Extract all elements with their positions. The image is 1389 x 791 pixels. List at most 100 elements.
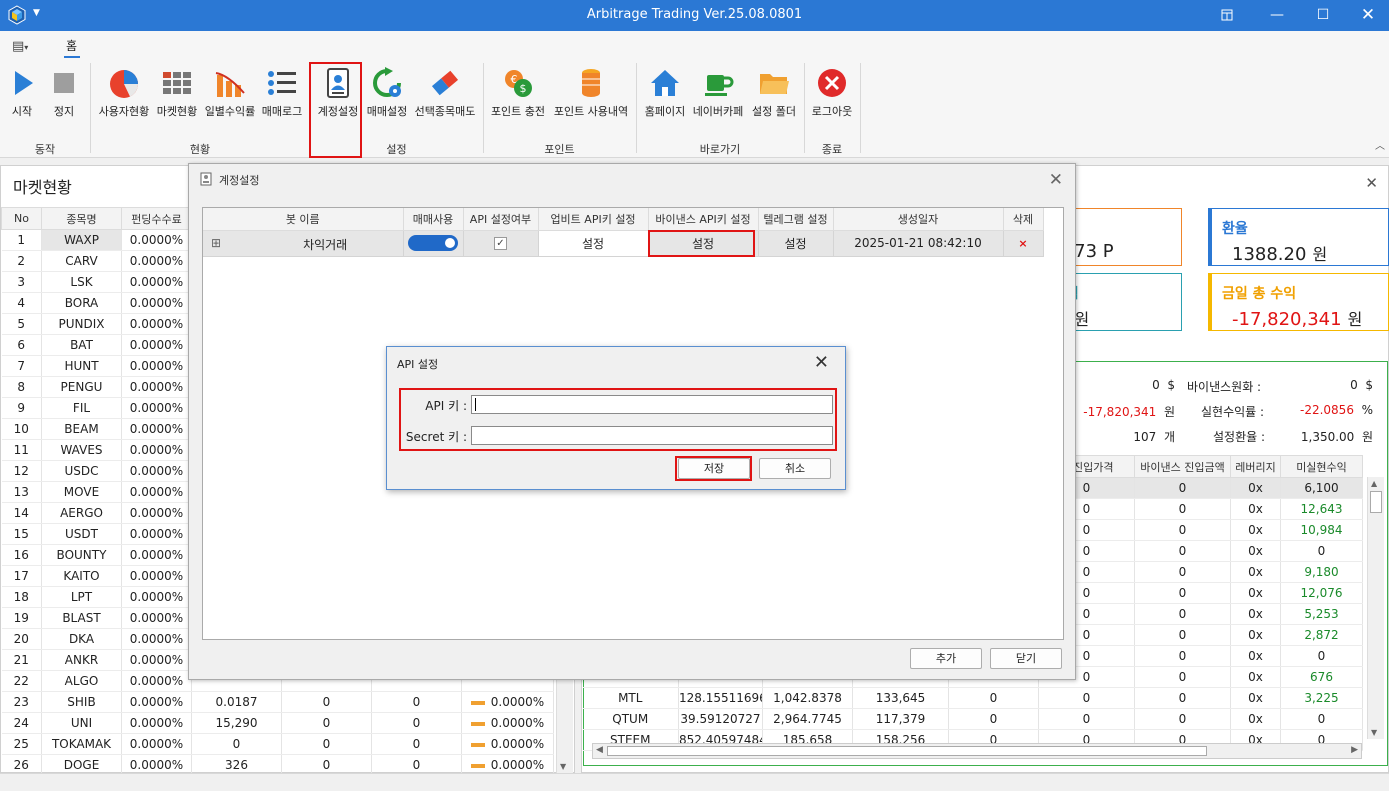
minimize-icon[interactable]: — xyxy=(1262,4,1292,26)
column-header[interactable]: 봇 이름 xyxy=(203,208,404,231)
table-cell: SHIB xyxy=(41,691,122,713)
table-cell: 0.0000% xyxy=(121,418,192,440)
dialog-close-icon[interactable]: ✕ xyxy=(1049,170,1063,190)
market-status-button[interactable]: 마켓현황 xyxy=(154,65,200,121)
logout-label: 로그아웃 xyxy=(811,105,853,118)
telegram-settings-button[interactable]: 설정 xyxy=(758,230,834,257)
secret-key-label: Secret 키 : xyxy=(405,430,467,444)
point-charge-button[interactable]: € $ 포인트 충전 xyxy=(488,65,548,121)
scroll-thumb[interactable] xyxy=(1370,491,1382,513)
table-cell: 24 xyxy=(1,712,42,734)
delete-icon[interactable]: × xyxy=(1018,237,1027,250)
stop-button[interactable]: 정지 xyxy=(44,65,84,121)
table-cell: 20 xyxy=(1,628,42,650)
collapse-ribbon-icon[interactable]: ︿ xyxy=(1375,137,1385,152)
column-header[interactable]: 미실현수익 xyxy=(1280,455,1363,478)
text-caret xyxy=(475,398,476,411)
scroll-up-icon[interactable]: ▲ xyxy=(1371,479,1377,488)
point-history-button[interactable]: 포인트 사용내역 xyxy=(552,65,630,121)
bot-name: 차익거래 xyxy=(303,238,348,252)
vertical-scrollbar[interactable]: ▲ ▼ xyxy=(1367,477,1384,739)
scroll-thumb[interactable] xyxy=(607,746,1207,756)
expand-icon[interactable]: ⊞ xyxy=(211,236,221,250)
card-profit: 수익 8원 xyxy=(1053,273,1182,331)
binance-api-settings-button[interactable]: 설정 xyxy=(648,230,759,257)
funding-bar xyxy=(470,742,485,747)
select-sell-button[interactable]: 선택종목매도 xyxy=(412,65,478,121)
column-header[interactable]: 펀딩수수료 xyxy=(121,207,192,230)
column-header[interactable]: 바이낸스 API키 설정 xyxy=(648,208,759,231)
api-configured-cell[interactable]: ✓ xyxy=(463,230,539,257)
bot-name-cell[interactable]: ⊞ 차익거래 xyxy=(203,230,404,257)
card-today-profit: 금일 총 수익 -17,820,341 원 xyxy=(1208,273,1389,331)
save-button[interactable]: 저장 xyxy=(678,458,750,479)
table-cell: 0.0000% xyxy=(121,712,192,734)
table-cell: 0 xyxy=(1038,708,1135,730)
scroll-right-icon[interactable]: ▶ xyxy=(1351,745,1358,755)
table-row[interactable]: 24 UNI 0.0000% 15,290 0 0 0.0000% xyxy=(1,712,554,734)
column-header[interactable]: 종목명 xyxy=(41,207,122,230)
scroll-down-icon[interactable]: ▼ xyxy=(560,762,566,771)
trade-toggle[interactable] xyxy=(408,235,458,251)
add-button[interactable]: 추가 xyxy=(910,648,982,669)
table-row[interactable]: 25 TOKAMAK 0.0000% 0 0 0 0.0000% xyxy=(1,733,554,755)
secret-key-input[interactable] xyxy=(471,426,833,445)
table-row[interactable]: MTL 128.15511696 1,042.8378 133,645 0 0 0 0x 3,2… xyxy=(582,687,1363,709)
table-cell: 117,379 xyxy=(852,708,949,730)
table-cell: 3,225 xyxy=(1280,687,1363,709)
dialog-close-icon[interactable]: ✕ xyxy=(814,352,829,373)
table-cell: 0.0000% xyxy=(121,271,192,293)
summary-value: -17,820,341 원 xyxy=(1083,405,1175,419)
settings-folder-button[interactable]: 설정 폴더 xyxy=(748,65,800,121)
group-label-status: 현황 xyxy=(189,143,211,156)
trade-toggle-cell[interactable] xyxy=(403,230,464,257)
scroll-down-icon[interactable]: ▼ xyxy=(1371,728,1377,737)
trade-log-button[interactable]: 매매로그 xyxy=(260,65,304,121)
maximize-icon[interactable]: ☐ xyxy=(1308,4,1338,26)
trade-settings-button[interactable]: 매매설정 xyxy=(364,65,410,121)
user-status-button[interactable]: 사용자현황 xyxy=(96,65,152,121)
table-row[interactable]: 23 SHIB 0.0000% 0.0187 0 0 0.0000% xyxy=(1,691,554,713)
column-header[interactable]: 업비트 API키 설정 xyxy=(538,208,649,231)
tab-home[interactable]: 홈 xyxy=(66,37,77,54)
column-header[interactable]: 삭제 xyxy=(1003,208,1044,231)
cancel-button[interactable]: 취소 xyxy=(759,458,831,479)
summary-value: 0 $ xyxy=(1350,378,1373,392)
table-cell: 17 xyxy=(1,565,42,587)
column-header[interactable]: API 설정여부 xyxy=(463,208,539,231)
table-cell: 23 xyxy=(1,691,42,713)
api-key-input[interactable] xyxy=(471,395,833,414)
naver-cafe-button[interactable]: 네이버카페 xyxy=(691,65,745,121)
grid-icon xyxy=(163,72,191,94)
menu-icon[interactable]: ▤▾ xyxy=(12,39,28,54)
column-header[interactable]: No xyxy=(1,207,42,230)
table-cell: 0.0000% xyxy=(121,691,192,713)
upbit-api-settings-button[interactable]: 설정 xyxy=(538,230,649,257)
column-header[interactable]: 생성일자 xyxy=(833,208,1004,231)
close-button[interactable]: 닫기 xyxy=(990,648,1062,669)
bot-row[interactable]: ⊞ 차익거래 ✓ 설정 설정 설정 2025-01-21 08:42:10 × xyxy=(203,230,1044,257)
table-cell: 0x xyxy=(1230,708,1281,730)
horizontal-scrollbar[interactable]: ◀ ▶ xyxy=(592,743,1362,759)
column-header[interactable]: 텔레그램 설정 xyxy=(758,208,834,231)
summary-label: 설정환율 : xyxy=(1213,430,1266,444)
panel-close-icon[interactable]: ✕ xyxy=(1365,174,1378,192)
column-header[interactable]: 바이낸스 진입금액 xyxy=(1134,455,1231,478)
start-button[interactable]: 시작 xyxy=(2,65,42,121)
delete-button[interactable]: × xyxy=(1003,230,1044,257)
table-row[interactable]: QTUM 39.59120727 2,964.7745 117,379 0 0 0 0x 0 xyxy=(582,708,1363,730)
column-header[interactable]: 매매사용 xyxy=(403,208,464,231)
column-header[interactable]: 레버리지 xyxy=(1230,455,1281,478)
table-cell: UNI xyxy=(41,712,122,734)
logout-button[interactable]: 로그아웃 xyxy=(808,65,856,121)
close-icon[interactable]: ✕ xyxy=(1353,4,1383,26)
homepage-button[interactable]: 홈페이지 xyxy=(642,65,688,121)
svg-text:$: $ xyxy=(520,82,527,95)
table-cell: 13 xyxy=(1,481,42,503)
table-cell: 0.0000% xyxy=(121,733,192,755)
pin-icon[interactable] xyxy=(1212,4,1242,26)
api-configured-checkbox[interactable]: ✓ xyxy=(494,237,507,250)
account-settings-button[interactable]: 계정설정 xyxy=(313,65,363,121)
daily-profit-button[interactable]: 일별수익률 xyxy=(203,65,257,121)
scroll-left-icon[interactable]: ◀ xyxy=(596,745,603,755)
